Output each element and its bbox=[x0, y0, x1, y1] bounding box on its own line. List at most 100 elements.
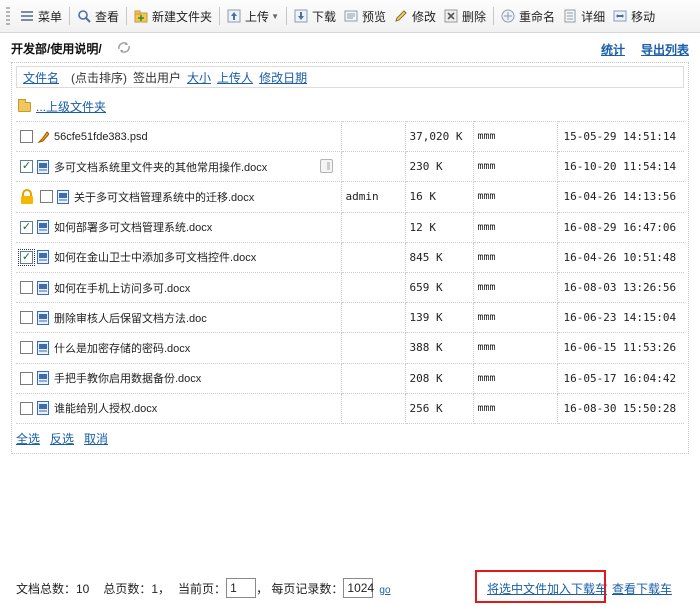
invert-selection-link[interactable]: 反选 bbox=[50, 430, 74, 447]
table-row[interactable]: 关于多可文档管理系统中的迁移.docx admin 16 Kmmm 16-04-26 … bbox=[16, 181, 684, 213]
rename-icon bbox=[501, 9, 515, 23]
stats-link[interactable]: 统计 bbox=[601, 41, 625, 58]
file-table: 56cfe51fde383.psd 37,020 Kmmm 15-05-29 14:… bbox=[16, 120, 684, 424]
go-link[interactable]: go bbox=[379, 585, 390, 596]
file-name[interactable]: 56cfe51fde383.psd bbox=[54, 131, 148, 143]
upload-button[interactable]: 上传 ▼ bbox=[223, 5, 283, 27]
modified-date-cell: 15-05-29 14:51:14 bbox=[557, 120, 684, 153]
sort-filename-link[interactable]: 文件名 bbox=[23, 69, 59, 86]
toolbar-grip[interactable] bbox=[6, 7, 10, 25]
row-checkbox[interactable] bbox=[20, 401, 33, 415]
add-to-download-cart-link[interactable]: 将选中文件加入下载车 bbox=[487, 580, 607, 597]
file-name[interactable]: 如何在金山卫士中添加多可文档控件.docx bbox=[54, 249, 256, 265]
sort-uploader-link[interactable]: 上传人 bbox=[217, 69, 253, 86]
sort-hint: (点击排序) bbox=[71, 70, 128, 85]
file-size-cell: 845 K bbox=[405, 241, 474, 273]
docx-icon bbox=[37, 159, 49, 174]
note-icon[interactable] bbox=[319, 158, 333, 173]
parent-folder-label[interactable]: ...上级文件夹 bbox=[36, 98, 106, 115]
checkout-user-cell: admin bbox=[341, 181, 406, 213]
row-checkbox[interactable] bbox=[20, 281, 33, 295]
preview-button[interactable]: 预览 bbox=[340, 5, 390, 27]
detail-button[interactable]: 详细 bbox=[559, 5, 609, 27]
move-button[interactable]: 移动 bbox=[609, 5, 659, 27]
docx-icon bbox=[37, 220, 49, 235]
toolbar-separator bbox=[126, 7, 128, 25]
table-row[interactable]: 多可文档系统里文件夹的其他常用操作.docx 230 Kmmm16-10-20 1… bbox=[16, 151, 684, 183]
parent-folder-link[interactable]: ...上级文件夹 bbox=[18, 98, 106, 115]
file-name-cell: 如何在金山卫士中添加多可文档控件.docx bbox=[16, 243, 341, 271]
sort-size-link[interactable]: 大小 bbox=[187, 69, 211, 86]
file-name[interactable]: 什么是加密存储的密码.docx bbox=[54, 340, 190, 356]
delete-icon bbox=[444, 9, 458, 23]
rename-label: 重命名 bbox=[519, 9, 556, 24]
file-name[interactable]: 如何部署多可文档管理系统.docx bbox=[54, 219, 212, 235]
file-name[interactable]: 谁能给别人授权.docx bbox=[54, 400, 157, 416]
path-links: 统计 导出列表 bbox=[601, 41, 689, 58]
modified-date-cell: 16-10-20 11:54:14 bbox=[557, 151, 684, 183]
table-row[interactable]: 如何在手机上访问多可.docx 659 Kmmm 16-08-03 13:26:56 bbox=[16, 271, 684, 304]
pencil-icon bbox=[394, 9, 408, 23]
per-page-label: ， 每页记录数： bbox=[256, 581, 344, 596]
modify-button[interactable]: 修改 bbox=[390, 5, 440, 27]
per-page-input[interactable]: 1024 bbox=[343, 578, 374, 598]
row-checkbox[interactable] bbox=[20, 371, 33, 385]
file-name-cell: 删除审核人后保留文档方法.doc bbox=[16, 304, 341, 332]
modified-date-cell: 16-04-26 10:51:48 bbox=[557, 241, 684, 273]
select-all-link[interactable]: 全选 bbox=[16, 430, 40, 447]
table-row[interactable]: 如何在金山卫士中添加多可文档控件.docx 845 Kmmm16-04-26 10… bbox=[16, 241, 684, 273]
table-row[interactable]: 什么是加密存储的密码.docx 388 Kmmm 16-06-15 11:53:26 bbox=[16, 332, 684, 364]
checkout-user-cell bbox=[341, 120, 406, 153]
menu-button[interactable]: 菜单 bbox=[16, 5, 66, 27]
uploader-cell: mmm bbox=[473, 151, 558, 183]
sort-modified-link[interactable]: 修改日期 bbox=[259, 69, 307, 86]
docx-icon bbox=[37, 280, 49, 295]
current-page-input[interactable]: 1 bbox=[226, 578, 257, 598]
docx-icon bbox=[37, 340, 49, 355]
table-row[interactable]: 谁能给别人授权.docx 256 Kmmm 16-08-30 15:50:28 bbox=[16, 392, 684, 424]
export-list-link[interactable]: 导出列表 bbox=[641, 41, 689, 58]
selection-links: 全选 反选 取消 bbox=[16, 430, 108, 447]
path-bar: 开发部/使用说明/ 统计 导出列表 bbox=[11, 37, 689, 59]
file-name-cell: 如何在手机上访问多可.docx bbox=[16, 274, 341, 302]
file-name[interactable]: 多可文档系统里文件夹的其他常用操作.docx bbox=[54, 159, 267, 175]
delete-button[interactable]: 删除 bbox=[440, 5, 490, 27]
file-name[interactable]: 删除审核人后保留文档方法.doc bbox=[54, 310, 207, 326]
cancel-selection-link[interactable]: 取消 bbox=[84, 430, 108, 447]
table-row[interactable]: 如何部署多可文档管理系统.docx 12 Kmmm16-08-29 16:47:0… bbox=[16, 211, 684, 243]
file-size-cell: 659 K bbox=[405, 271, 474, 304]
file-name[interactable]: 手把手教你启用数据备份.docx bbox=[54, 370, 201, 386]
refresh-icon[interactable] bbox=[116, 40, 132, 57]
total-pages: 总页数：1， bbox=[103, 581, 171, 596]
file-name-cell: 多可文档系统里文件夹的其他常用操作.docx bbox=[16, 153, 341, 181]
preview-label: 预览 bbox=[362, 9, 387, 24]
new-folder-icon bbox=[134, 9, 148, 23]
row-checkbox[interactable] bbox=[20, 130, 33, 144]
view-label: 查看 bbox=[95, 9, 120, 24]
checkout-user-cell bbox=[341, 362, 406, 394]
rename-button[interactable]: 重命名 bbox=[497, 5, 559, 27]
lock-icon bbox=[20, 189, 34, 205]
new-folder-button[interactable]: 新建文件夹 bbox=[130, 5, 216, 27]
row-checkbox[interactable] bbox=[20, 311, 33, 325]
psd-icon bbox=[37, 130, 49, 144]
view-button[interactable]: 查看 bbox=[73, 5, 123, 27]
row-checkbox[interactable] bbox=[20, 220, 33, 234]
download-button[interactable]: 下载 bbox=[290, 5, 340, 27]
row-checkbox[interactable] bbox=[40, 190, 53, 204]
chevron-down-icon[interactable]: ▼ bbox=[271, 12, 279, 21]
docx-icon bbox=[57, 189, 69, 204]
modified-date-cell: 16-06-23 14:15:04 bbox=[557, 302, 684, 334]
file-name[interactable]: 关于多可文档管理系统中的迁移.docx bbox=[74, 189, 254, 205]
row-checkbox[interactable] bbox=[18, 248, 35, 266]
file-name[interactable]: 如何在手机上访问多可.docx bbox=[54, 280, 190, 296]
row-checkbox[interactable] bbox=[20, 341, 33, 355]
view-download-cart-link[interactable]: 查看下载车 bbox=[612, 580, 672, 597]
table-row[interactable]: 删除审核人后保留文档方法.doc 139 Kmmm 16-06-23 14:15:0… bbox=[16, 302, 684, 334]
modified-date-cell: 16-06-15 11:53:26 bbox=[557, 332, 684, 364]
table-row[interactable]: 手把手教你启用数据备份.docx 208 Kmmm 16-05-17 16:04:4… bbox=[16, 362, 684, 394]
upload-label: 上传 bbox=[245, 9, 270, 24]
row-checkbox[interactable] bbox=[20, 160, 33, 174]
table-row[interactable]: 56cfe51fde383.psd 37,020 Kmmm 15-05-29 14:… bbox=[16, 120, 684, 153]
file-size-cell: 230 K bbox=[405, 151, 474, 183]
